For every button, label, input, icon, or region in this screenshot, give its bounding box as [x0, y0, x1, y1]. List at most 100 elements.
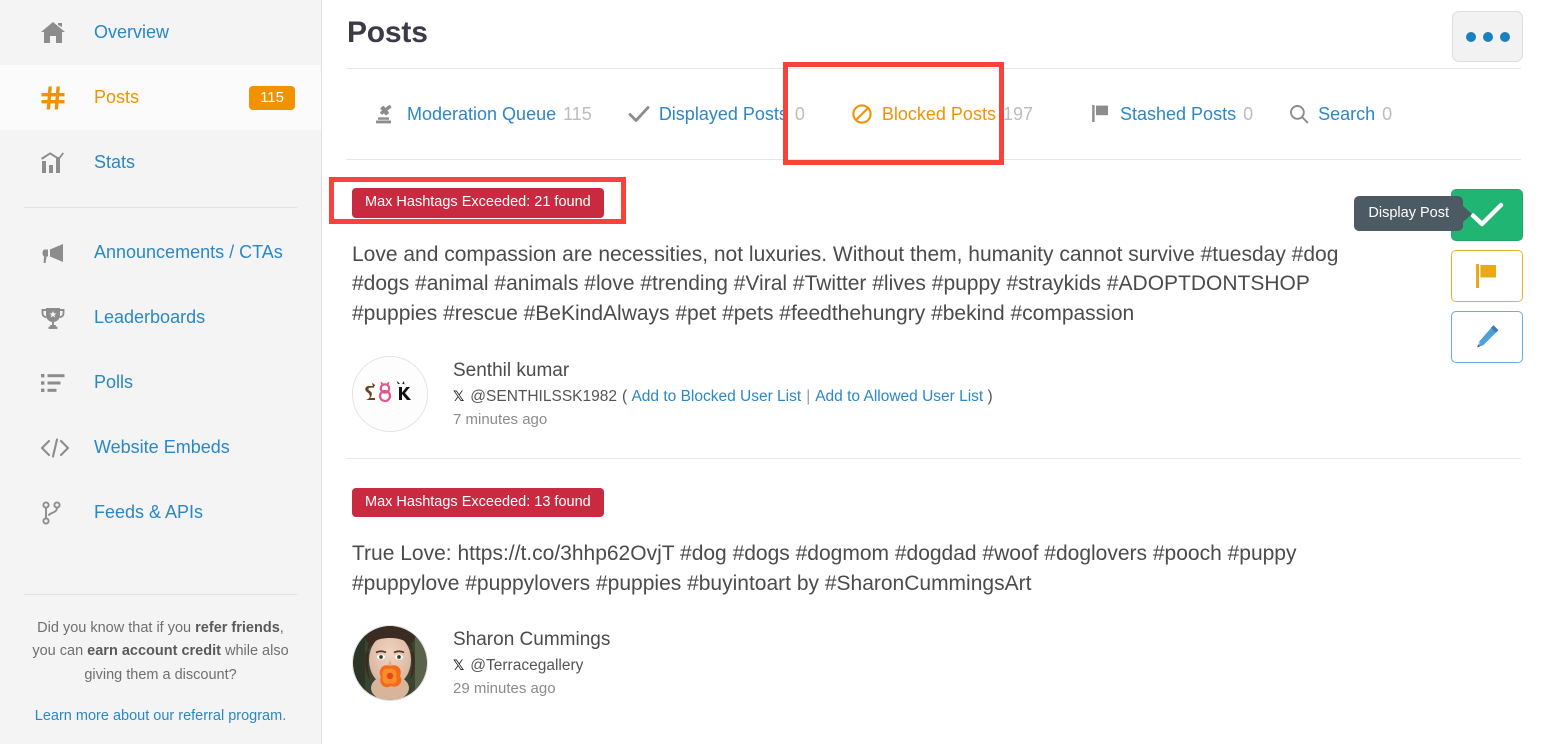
author-name: Sharon Cummings: [453, 629, 611, 651]
author-name: Senthil kumar: [453, 359, 570, 381]
tab-count: 197: [1002, 103, 1033, 124]
tab-label: Moderation Queue: [407, 103, 557, 124]
tab-displayed-posts[interactable]: Displayed Posts 0: [628, 104, 805, 125]
post-text: Love and compassion are necessities, not…: [352, 242, 1339, 326]
status-badge: Max Hashtags Exceeded: 21 found: [352, 188, 604, 218]
author-handle: @SENTHILSSK1982: [470, 387, 617, 405]
referral-promo: Did you know that if you refer friends, …: [0, 594, 321, 724]
x-platform-icon: 𝕏: [453, 658, 465, 675]
tab-label: Search: [1318, 103, 1376, 124]
sidebar-item-leaderboards[interactable]: Leaderboards: [0, 285, 321, 350]
tab-label: Blocked Posts: [881, 103, 996, 124]
stash-post-button[interactable]: [1451, 250, 1523, 302]
dot-icon: [1482, 31, 1493, 42]
sidebar-divider: [24, 207, 297, 208]
sidebar-item-polls[interactable]: Polls: [0, 350, 321, 415]
referral-program-link[interactable]: Learn more about our referral program.: [24, 708, 297, 724]
branch-icon: [40, 500, 74, 525]
sidebar-item-label: Polls: [94, 372, 134, 392]
sidebar-item-posts[interactable]: Posts 115: [0, 65, 321, 130]
hash-icon: [40, 85, 74, 111]
dot-icon: [1499, 31, 1510, 42]
author-handle: @Terracegallery: [470, 657, 584, 675]
sidebar-item-announcements[interactable]: Announcements / CTAs: [0, 220, 321, 285]
tab-stashed-posts[interactable]: Stashed Posts 0: [1091, 103, 1253, 125]
tab-label: Displayed Posts: [658, 103, 788, 124]
sidebar-item-label: Leaderboards: [94, 307, 206, 327]
add-to-allowed-user-list-link[interactable]: Add to Allowed User List: [815, 388, 983, 406]
tab-moderation-queue[interactable]: Moderation Queue 115: [374, 103, 592, 125]
sidebar-item-label: Website Embeds: [94, 437, 230, 457]
trophy-icon: [40, 306, 74, 330]
more-options-button[interactable]: [1452, 11, 1523, 62]
tab-blocked-posts[interactable]: Blocked Posts 197: [851, 103, 1033, 125]
tab-count: 0: [1243, 103, 1254, 124]
chart-icon: [40, 151, 74, 175]
app-root: Overview Posts 115 Stats Announcements /…: [0, 0, 1545, 744]
referral-text-d: earn account credit: [87, 643, 221, 660]
sidebar-item-website-embeds[interactable]: Website Embeds: [0, 415, 321, 480]
main-content: Posts Moderation Queue 115 Displayed Pos…: [322, 0, 1545, 744]
pencil-icon: [1477, 325, 1499, 348]
sidebar-item-label: Posts: [94, 87, 140, 107]
sidebar-group-secondary: Announcements / CTAs Leaderboards Polls …: [0, 220, 321, 545]
status-badge: Max Hashtags Exceeded: 13 found: [352, 487, 604, 518]
paren-open: (: [621, 387, 632, 405]
gavel-icon: [374, 103, 398, 125]
blocked-icon: [851, 103, 873, 125]
avatar-logo-s8k: [353, 356, 427, 431]
flag-icon: [1091, 103, 1111, 125]
sidebar-item-overview[interactable]: Overview: [0, 0, 321, 65]
post-flag-badge-wrapper: Max Hashtags Exceeded: 21 found: [346, 188, 1521, 218]
post-author: Sharon Cummings 𝕏 @Terracegallery 29 min…: [346, 625, 1521, 702]
home-icon: [40, 21, 74, 45]
tab-count: 0: [794, 103, 805, 124]
post-author: Senthil kumar 𝕏 @SENTHILSSK1982 ( Add to…: [346, 355, 1521, 432]
avatar: [352, 625, 428, 702]
page-header: Posts: [346, 0, 1521, 68]
referral-text-a: Did you know that if you: [37, 620, 196, 636]
sidebar-item-stats[interactable]: Stats: [0, 130, 321, 195]
sidebar-item-label: Stats: [94, 152, 136, 172]
x-platform-icon: 𝕏: [453, 388, 465, 405]
author-meta: Sharon Cummings 𝕏 @Terracegallery 29 min…: [453, 625, 610, 697]
tab-label: Stashed Posts: [1120, 103, 1237, 124]
referral-divider: [24, 594, 297, 595]
check-icon: [1470, 202, 1504, 227]
paren-close: ): [983, 387, 993, 405]
tab-bar: Moderation Queue 115 Displayed Posts 0 B…: [346, 68, 1521, 160]
list-icon: [40, 373, 74, 393]
author-meta: Senthil kumar 𝕏 @SENTHILSSK1982 ( Add to…: [453, 356, 993, 428]
megaphone-icon: [40, 242, 74, 264]
sidebar-item-feeds-apis[interactable]: Feeds & APIs: [0, 480, 321, 545]
sidebar: Overview Posts 115 Stats Announcements /…: [0, 0, 322, 744]
dot-icon: [1465, 31, 1476, 42]
post-timestamp: 7 minutes ago: [453, 410, 548, 428]
edit-post-button[interactable]: [1451, 311, 1523, 363]
add-to-blocked-user-list-link[interactable]: Add to Blocked User List: [631, 388, 801, 406]
sidebar-item-label: Overview: [94, 22, 170, 42]
search-icon: [1289, 104, 1309, 124]
tab-search[interactable]: Search 0: [1289, 104, 1392, 125]
author-handle-row: 𝕏 @SENTHILSSK1982 ( Add to Blocked User …: [453, 388, 993, 406]
sidebar-item-label: Announcements / CTAs: [94, 242, 283, 262]
code-icon: [40, 437, 74, 458]
post-item: Max Hashtags Exceeded: 21 found Love and…: [346, 160, 1521, 432]
referral-text: Did you know that if you refer friends, …: [24, 617, 297, 687]
post-flag-badge-wrapper: Max Hashtags Exceeded: 13 found: [346, 487, 1521, 518]
post-timestamp: 29 minutes ago: [453, 680, 556, 698]
flag-icon: [1476, 264, 1496, 288]
avatar-photo-woman: [353, 626, 427, 701]
post-text: True Love: https://t.co/3hhp62OvjT #dog …: [352, 542, 1297, 596]
referral-text-b: refer friends: [195, 620, 280, 636]
avatar: [352, 355, 428, 432]
tab-count: 0: [1382, 103, 1393, 124]
post-item: Max Hashtags Exceeded: 13 found True Lov…: [346, 459, 1521, 702]
posts-count-badge: 115: [249, 85, 295, 110]
sidebar-item-label: Feeds & APIs: [94, 502, 204, 522]
check-icon: [628, 104, 650, 124]
link-separator: |: [806, 387, 811, 405]
author-handle-row: 𝕏 @Terracegallery: [453, 657, 610, 675]
page-title: Posts: [347, 16, 428, 49]
tab-count: 115: [563, 103, 592, 124]
